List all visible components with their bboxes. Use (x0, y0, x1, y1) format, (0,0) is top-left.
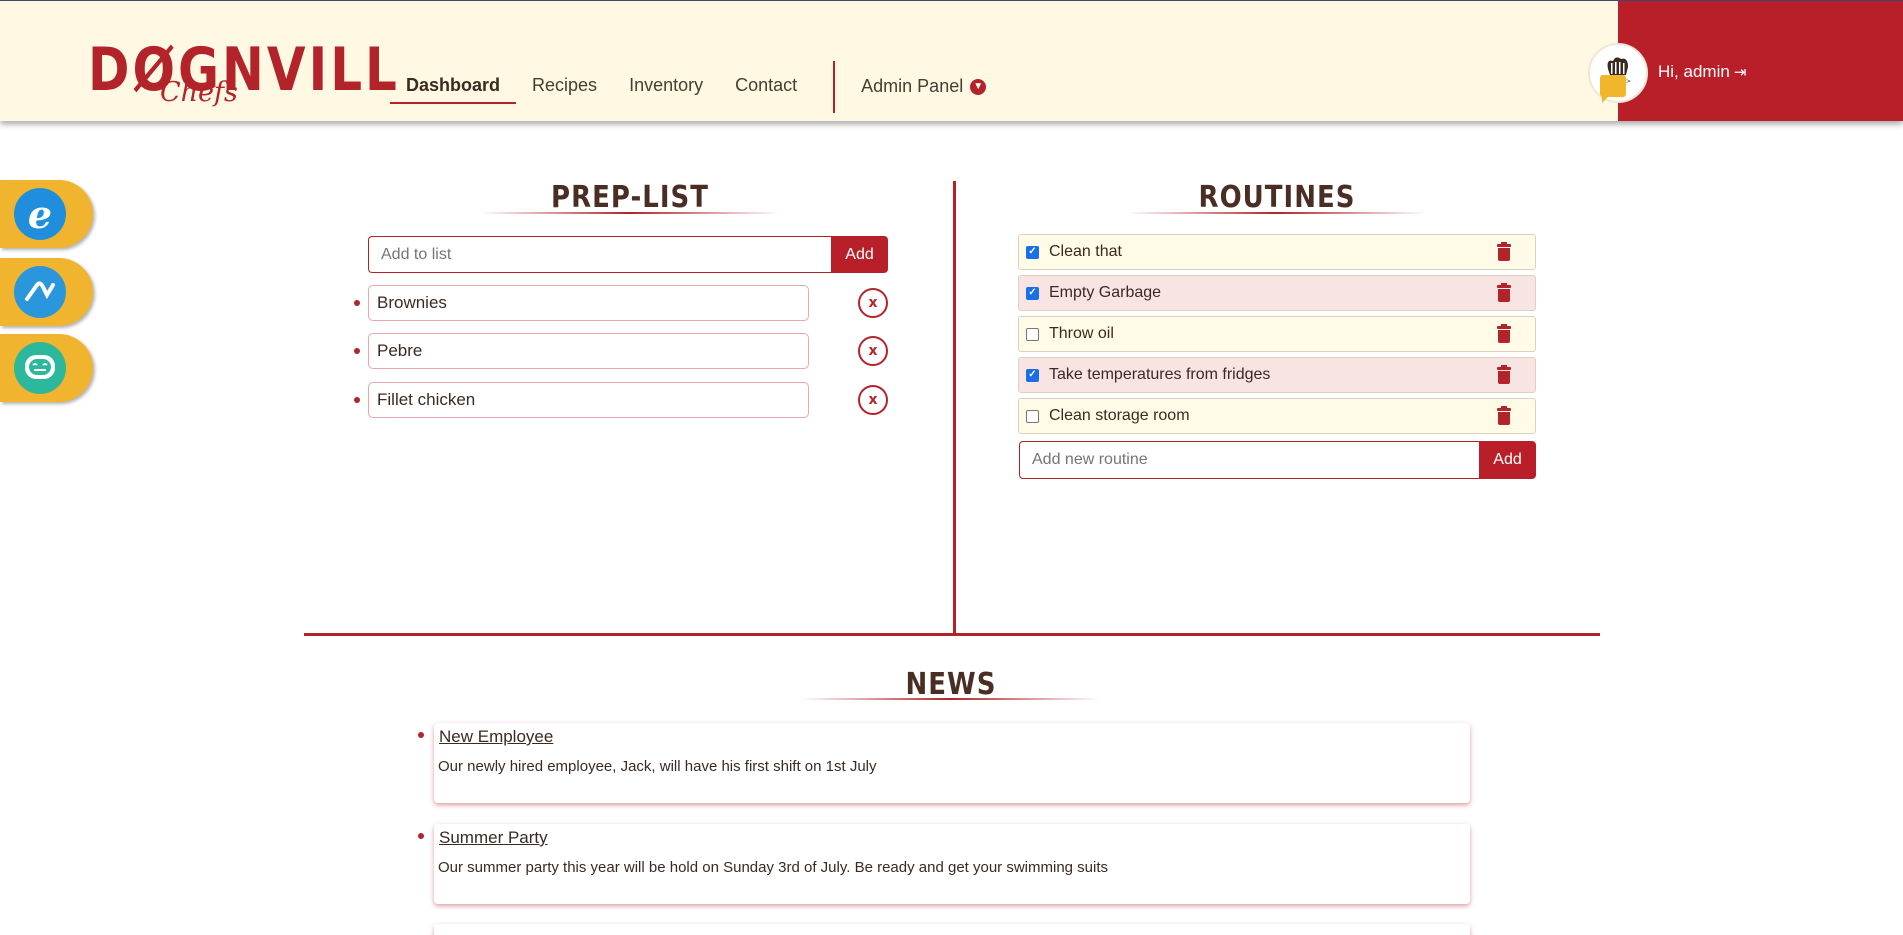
side-tab-chatbot[interactable] (0, 334, 93, 402)
routine-checkbox[interactable] (1026, 286, 1039, 300)
prep-add-form: Add (368, 236, 888, 273)
prep-add-input[interactable] (368, 236, 831, 273)
nav-admin-panel[interactable]: Admin Panel ▼ (861, 59, 987, 97)
prep-list-title: PREP-LIST (551, 180, 709, 216)
bullet (354, 300, 360, 306)
greeting-text: Hi, admin (1658, 62, 1730, 81)
user-panel: < > Hi, admin ⇥ (1588, 1, 1903, 121)
svg-text:>: > (1626, 78, 1631, 85)
routine-checkbox[interactable] (1026, 368, 1039, 382)
prep-item-field[interactable]: Fillet chicken (368, 382, 809, 418)
prep-item-field[interactable]: Brownies (368, 285, 809, 321)
bullet (354, 397, 360, 403)
nav-separator (833, 61, 836, 113)
routine-label: Empty Garbage (1049, 284, 1162, 301)
remove-item-button[interactable]: x (858, 385, 888, 415)
list-item: Fillet chicken x (350, 382, 890, 418)
prep-list-underline (480, 212, 780, 214)
news-card-partial (434, 924, 1470, 935)
trash-icon[interactable] (1497, 283, 1511, 302)
logo-sub: Chefs (160, 77, 238, 108)
trash-icon[interactable] (1497, 242, 1511, 261)
routine-label: Throw oil (1049, 325, 1114, 342)
logout-icon[interactable]: ⇥ (1734, 63, 1747, 81)
routines-title: ROUTINES (1198, 180, 1356, 216)
routine-item: Take temperatures from fridges (1018, 357, 1536, 393)
main-nav: Dashboard Recipes Inventory Contact Admi… (390, 59, 987, 113)
routine-add-form: Add (1019, 441, 1536, 479)
vertical-divider (953, 181, 956, 633)
trash-icon[interactable] (1497, 365, 1511, 384)
logo-name: DØGNVILL (88, 35, 400, 105)
greeting[interactable]: Hi, admin ⇥ (1658, 62, 1746, 82)
logo[interactable]: DØGNVILL Chefs (88, 27, 397, 111)
routine-item: Clean storage room (1018, 398, 1536, 434)
side-tab-e[interactable]: e (0, 180, 93, 248)
routine-label: Clean storage room (1049, 407, 1190, 424)
routine-item: Clean that (1018, 234, 1536, 270)
top-header: DØGNVILL Chefs Dashboard Recipes Invento… (0, 0, 1903, 121)
routine-item: Empty Garbage (1018, 275, 1536, 311)
routines-underline (1127, 212, 1427, 214)
news-item-title[interactable]: New Employee (439, 727, 553, 747)
bullet (418, 732, 424, 738)
side-tab-pulse[interactable] (0, 258, 93, 326)
news-item-title[interactable]: Summer Party (439, 828, 548, 848)
routine-label: Clean that (1049, 243, 1122, 260)
nav-recipes[interactable]: Recipes (516, 59, 613, 104)
admin-panel-label: Admin Panel (861, 76, 964, 96)
nav-inventory[interactable]: Inventory (613, 59, 719, 104)
chatbot-icon (14, 342, 66, 394)
prep-item-field[interactable]: Pebre (368, 333, 809, 369)
routine-add-button[interactable]: Add (1479, 441, 1536, 479)
prep-add-button[interactable]: Add (831, 236, 888, 273)
news-card: Summer Party Our summer party this year … (434, 824, 1470, 904)
remove-item-button[interactable]: x (858, 336, 888, 366)
news-item-body: Our summer party this year will be hold … (438, 859, 1109, 876)
routine-add-input[interactable] (1019, 441, 1479, 479)
news-underline (801, 698, 1101, 700)
trash-icon[interactable] (1497, 406, 1511, 425)
remove-item-button[interactable]: x (858, 288, 888, 318)
nav-dashboard[interactable]: Dashboard (390, 59, 517, 104)
bullet (354, 348, 360, 354)
chevron-down-icon: ▼ (970, 78, 987, 95)
pulse-icon (14, 266, 66, 318)
trash-icon[interactable] (1497, 324, 1511, 343)
routine-checkbox[interactable] (1026, 327, 1039, 341)
routine-checkbox[interactable] (1026, 409, 1039, 423)
routine-item: Throw oil (1018, 316, 1536, 352)
nav-contact[interactable]: Contact (719, 59, 813, 104)
list-item: Brownies x (350, 285, 890, 321)
bullet (418, 833, 424, 839)
horizontal-divider (304, 633, 1600, 636)
notification-badge-icon[interactable] (1600, 75, 1626, 103)
routine-label: Take temperatures from fridges (1049, 366, 1271, 383)
news-item-body: Our newly hired employee, Jack, will hav… (438, 758, 877, 775)
list-item: Pebre x (350, 333, 890, 369)
avatar[interactable]: < > (1588, 43, 1648, 103)
routine-checkbox[interactable] (1026, 245, 1039, 259)
news-card: New Employee Our newly hired employee, J… (434, 723, 1470, 803)
dashboard-page: DØGNVILL Chefs Dashboard Recipes Invento… (0, 0, 1903, 935)
e-icon: e (14, 188, 66, 240)
